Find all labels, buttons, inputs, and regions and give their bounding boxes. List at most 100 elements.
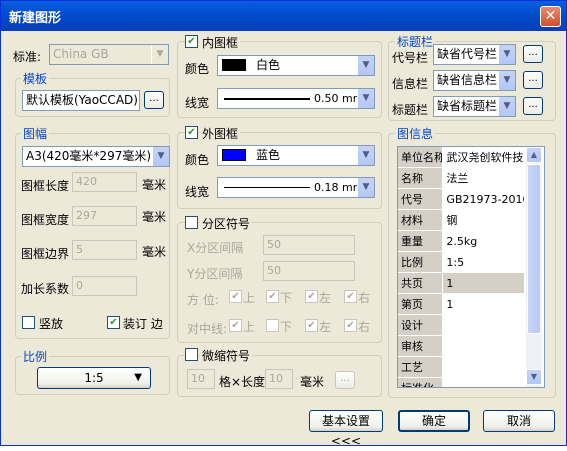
chevron-down-icon[interactable]: ▼ xyxy=(498,97,515,116)
close-button[interactable]: ✕ xyxy=(540,6,561,27)
micro-symbol-checkbox[interactable] xyxy=(185,348,198,361)
zone-symbol-checkbox[interactable] xyxy=(185,216,198,229)
table-row[interactable]: 标准化 xyxy=(398,377,524,387)
x-zone-label: X分区间隔 xyxy=(187,241,244,255)
x-zone-input: 50 xyxy=(263,235,355,255)
standard-value: China GB xyxy=(53,47,109,61)
table-row[interactable]: 工艺 xyxy=(398,356,524,378)
y-zone-input: 50 xyxy=(263,261,355,281)
frame-width-label: 图框宽度 xyxy=(21,213,70,227)
center-left-checkbox: ✔ xyxy=(305,319,318,332)
center-bottom-label: 下 xyxy=(280,320,293,334)
info-bar-browse-button[interactable]: ... xyxy=(523,71,543,89)
title-bar-browse-button[interactable]: ... xyxy=(523,97,543,115)
info-scrollbar[interactable]: ▲ ▼ xyxy=(526,147,542,387)
info-value-cell[interactable]: 1 xyxy=(442,293,524,315)
info-value-cell[interactable]: 钢 xyxy=(442,209,524,231)
scroll-up-icon[interactable]: ▲ xyxy=(526,147,542,163)
chevron-down-icon[interactable]: ▼ xyxy=(357,56,374,75)
chevron-down-icon[interactable]: ▼ xyxy=(498,71,515,90)
micro-symbol-label: 微缩符号 xyxy=(200,347,253,364)
info-value-cell[interactable] xyxy=(442,314,524,336)
table-row[interactable]: 单位名称武汉尧创软件技术 xyxy=(398,147,524,168)
outer-width-select[interactable]: 0.18 mm ▼ xyxy=(217,177,375,198)
inner-color-swatch xyxy=(222,59,246,71)
frame-margin-label: 图框边界 xyxy=(21,247,70,261)
chevron-down-icon[interactable]: ▼ xyxy=(152,147,169,166)
info-key-cell: 代号 xyxy=(398,188,444,210)
info-bar-select[interactable]: 缺省信息栏 ▼ xyxy=(433,70,516,91)
scroll-thumb[interactable] xyxy=(527,164,541,334)
inner-width-select[interactable]: 0.50 mm ▼ xyxy=(217,88,375,109)
table-row[interactable]: 审核 xyxy=(398,335,524,357)
binding-label: 装订 边 xyxy=(123,317,163,331)
outer-color-select[interactable]: 蓝色 ▼ xyxy=(217,145,375,166)
frame-width-unit: 毫米 xyxy=(142,210,167,224)
table-row[interactable]: 比例 1:5 xyxy=(398,251,524,273)
title-bar[interactable]: 新建图形 ✕ xyxy=(1,1,566,31)
code-bar-value: 缺省代号栏 xyxy=(437,47,498,61)
info-key-cell: 重量 xyxy=(398,230,444,252)
info-value-cell[interactable]: 武汉尧创软件技术 xyxy=(442,147,524,168)
scroll-down-icon[interactable]: ▼ xyxy=(526,369,542,385)
extend-factor-label: 加长系数 xyxy=(21,282,70,296)
scale-dropdown-button[interactable]: 1:5 ▼ xyxy=(37,367,151,389)
info-bar-label: 信息栏 xyxy=(392,77,429,91)
info-key-cell: 比例 xyxy=(398,251,444,273)
info-key-cell: 标准化 xyxy=(398,377,444,387)
drawing-info-group-label: 图信息 xyxy=(395,125,436,142)
scale-value: 1:5 xyxy=(84,371,104,385)
info-value-cell[interactable]: GB21973-2010 xyxy=(442,188,524,210)
portrait-checkbox[interactable] xyxy=(22,316,35,329)
chevron-down-icon[interactable]: ▼ xyxy=(498,45,515,64)
inner-frame-checkbox[interactable]: ✔ xyxy=(185,35,198,48)
info-value-cell[interactable]: 1 xyxy=(442,272,524,294)
table-row[interactable]: 设计 xyxy=(398,314,524,336)
basic-settings-button[interactable]: 基本设置<<< xyxy=(309,410,383,448)
inner-color-label: 颜色 xyxy=(185,62,210,76)
table-row[interactable]: 重量 2.5kg xyxy=(398,230,524,252)
table-row[interactable]: 共页 1 xyxy=(398,272,524,294)
cancel-button[interactable]: 取消 xyxy=(483,410,555,432)
info-grid[interactable]: 单位名称武汉尧创软件技术名称法兰代号GB21973-2010材料钢重量2.5kg… xyxy=(397,146,545,388)
center-left-label: 左 xyxy=(319,320,332,334)
info-value-cell[interactable]: 1:5 xyxy=(442,251,524,273)
table-row[interactable]: 第页 1 xyxy=(398,293,524,315)
sheet-size-select[interactable]: A3(420毫米*297毫米) ▼ xyxy=(22,146,170,167)
inner-width-value: 0.50 mm xyxy=(314,92,364,105)
chevron-down-icon[interactable]: ▼ xyxy=(357,146,374,165)
code-bar-browse-button[interactable]: ... xyxy=(523,45,543,63)
new-drawing-dialog: 新建图形 ✕ 标准: China GB ▼ 模板 默认模板(YaoCCAD) .… xyxy=(0,0,567,448)
zone-symbol-label: 分区符号 xyxy=(200,215,253,232)
outer-color-label: 颜色 xyxy=(185,153,210,167)
info-value-cell[interactable] xyxy=(442,335,524,357)
title-bar-select[interactable]: 缺省标题栏 ▼ xyxy=(433,96,516,117)
table-row[interactable]: 材料钢 xyxy=(398,209,524,231)
info-bar-value: 缺省信息栏 xyxy=(437,73,498,87)
outer-frame-checkbox[interactable]: ✔ xyxy=(185,126,198,139)
info-table: 单位名称武汉尧创软件技术名称法兰代号GB21973-2010材料钢重量2.5kg… xyxy=(398,147,524,387)
template-group-label: 模板 xyxy=(21,70,50,87)
outer-color-name: 蓝色 xyxy=(256,148,281,162)
chevron-down-icon[interactable]: ▼ xyxy=(357,178,374,197)
template-browse-button[interactable]: ... xyxy=(144,91,164,109)
info-value-cell[interactable]: 2.5kg xyxy=(442,230,524,252)
info-value-cell[interactable] xyxy=(442,377,524,387)
frame-length-input: 420 xyxy=(72,172,137,192)
table-row[interactable]: 名称 法兰 xyxy=(398,167,524,189)
chevron-down-icon[interactable]: ▼ xyxy=(357,89,374,108)
ok-button[interactable]: 确定 xyxy=(398,410,470,432)
binding-checkbox[interactable]: ✔ xyxy=(107,316,120,329)
frame-margin-unit: 毫米 xyxy=(142,245,167,259)
standard-select: China GB ▼ xyxy=(49,44,169,65)
info-value-cell[interactable] xyxy=(442,356,524,378)
dir-bottom-label: 下 xyxy=(280,291,293,305)
table-row[interactable]: 代号 GB21973-2010 xyxy=(398,188,524,210)
info-value-cell[interactable]: 法兰 xyxy=(442,167,524,189)
template-select[interactable]: 默认模板(YaoCCAD) xyxy=(22,90,140,111)
inner-color-select[interactable]: 白色 ▼ xyxy=(217,55,375,76)
code-bar-select[interactable]: 缺省代号栏 ▼ xyxy=(433,44,516,65)
center-top-label: 上 xyxy=(243,320,256,334)
sheet-size-value: A3(420毫米*297毫米) xyxy=(26,149,152,163)
frame-length-unit: 毫米 xyxy=(142,178,167,192)
